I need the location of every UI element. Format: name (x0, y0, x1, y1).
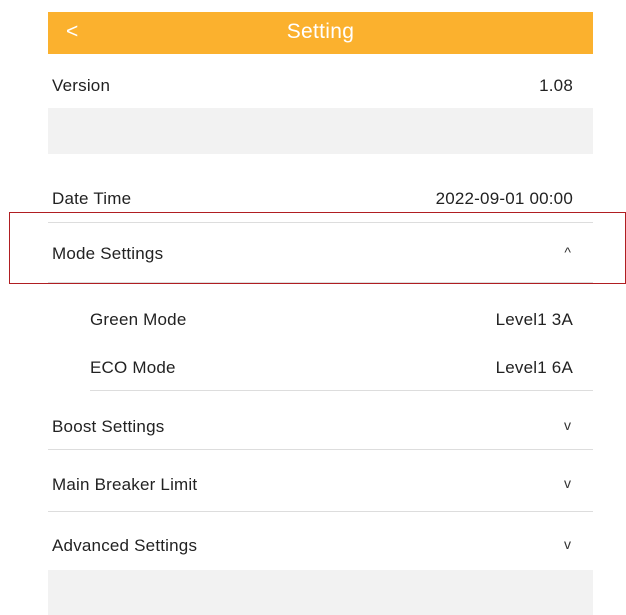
main-breaker-limit-label: Main Breaker Limit (52, 475, 198, 494)
version-label: Version (52, 76, 111, 95)
boost-settings-row[interactable]: Boost Settings v (48, 417, 593, 437)
date-time-row[interactable]: Date Time 2022-09-01 00:00 (48, 189, 593, 209)
eco-mode-row[interactable]: ECO Mode Level1 6A (48, 358, 593, 378)
main-breaker-limit-row[interactable]: Main Breaker Limit v (48, 475, 593, 495)
green-mode-label: Green Mode (90, 310, 187, 329)
green-mode-row[interactable]: Green Mode Level1 3A (48, 310, 593, 330)
chevron-down-icon[interactable]: v (564, 475, 571, 491)
mode-settings-row[interactable]: Mode Settings ^ (48, 244, 593, 264)
chevron-down-icon[interactable]: v (564, 536, 571, 552)
chevron-up-icon[interactable]: ^ (564, 244, 571, 260)
divider (48, 511, 593, 512)
chevron-down-icon[interactable]: v (564, 417, 571, 433)
mode-settings-label: Mode Settings (52, 244, 164, 263)
bottom-spacer (48, 570, 593, 615)
boost-settings-label: Boost Settings (52, 417, 165, 436)
green-mode-value: Level1 3A (495, 310, 573, 329)
version-value: 1.08 (539, 76, 573, 95)
date-time-label: Date Time (52, 189, 132, 208)
advanced-settings-row[interactable]: Advanced Settings v (48, 536, 593, 556)
eco-mode-label: ECO Mode (90, 358, 176, 377)
divider (90, 390, 593, 391)
divider (48, 222, 593, 223)
eco-mode-value: Level1 6A (495, 358, 573, 377)
divider (48, 449, 593, 450)
section-spacer (48, 108, 593, 154)
divider (48, 282, 593, 283)
settings-screen: < Setting Version 1.08 Date Time 2022-09… (48, 0, 593, 615)
date-time-value: 2022-09-01 00:00 (435, 189, 573, 208)
page-title: Setting (286, 20, 355, 43)
advanced-settings-label: Advanced Settings (52, 536, 198, 555)
version-row: Version 1.08 (48, 76, 593, 96)
header-bar: < Setting (48, 12, 593, 54)
